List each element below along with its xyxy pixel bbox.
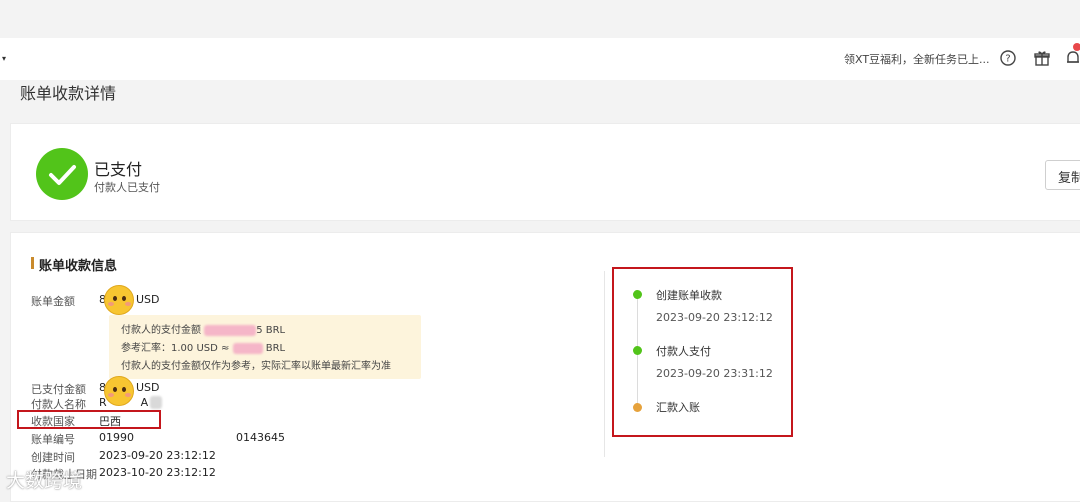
country-value: 巴西 bbox=[99, 415, 121, 428]
tooltip-line-1: 付款人的支付金额 blur5 BRL bbox=[121, 325, 286, 336]
gift-icon[interactable] bbox=[1033, 49, 1051, 67]
svg-text:?: ? bbox=[1005, 54, 1010, 65]
bill-number-part2: 0143645 bbox=[236, 431, 285, 444]
promo-link[interactable]: 领XT豆福利，全新任务已上... bbox=[844, 51, 990, 67]
section-marker bbox=[31, 257, 34, 269]
top-bar: ▾ 领XT豆福利，全新任务已上... ? bbox=[0, 38, 1080, 80]
bill-info-card: 账单收款信息 账单金额 8USD 付款人的支付金额 blur5 BRL 参考汇率… bbox=[10, 232, 1080, 502]
watermark-text: 大数跨境 bbox=[6, 470, 83, 492]
deadline-value: 2023-10-20 23:12:12 bbox=[99, 466, 216, 479]
emoji-sticker-icon bbox=[104, 285, 134, 315]
country-label: 收款国家 bbox=[31, 415, 75, 428]
timeline-time-paid: 2023-09-20 23:31:12 bbox=[656, 367, 773, 380]
created-time-value: 2023-09-20 23:12:12 bbox=[99, 449, 216, 462]
timeline-dot-settled bbox=[633, 403, 642, 412]
exchange-rate-tooltip: 付款人的支付金额 blur5 BRL 参考汇率：1.00 USD ≈ blur … bbox=[109, 315, 421, 379]
status-card: 已支付 付款人已支付 复制 bbox=[10, 123, 1080, 221]
section-title: 账单收款信息 bbox=[39, 259, 118, 274]
timeline-dot-paid bbox=[633, 346, 642, 355]
copy-button[interactable]: 复制 bbox=[1045, 160, 1080, 190]
notification-dot bbox=[1073, 43, 1080, 51]
dropdown-caret-icon[interactable]: ▾ bbox=[2, 54, 6, 63]
timeline-step-created: 创建账单收款 bbox=[656, 289, 722, 302]
tooltip-line-3: 付款人的支付金额仅作为参考，实际汇率以账单最新汇率为准 bbox=[121, 361, 391, 372]
timeline-step-settled: 汇款入账 bbox=[656, 401, 700, 414]
status-title: 已支付 bbox=[94, 160, 143, 179]
timeline-dot-created bbox=[633, 290, 642, 299]
column-divider bbox=[604, 271, 605, 457]
payer-name-value: RAx bbox=[99, 396, 163, 409]
bill-number-label: 账单编号 bbox=[31, 433, 75, 446]
timeline-time-created: 2023-09-20 23:12:12 bbox=[656, 311, 773, 324]
created-time-label: 创建时间 bbox=[31, 451, 75, 464]
bill-amount-currency: USD bbox=[136, 293, 160, 306]
paid-amount-label: 已支付金额 bbox=[31, 383, 86, 396]
bill-number-part1: 01990 bbox=[99, 431, 134, 444]
tooltip-line-2: 参考汇率：1.00 USD ≈ blur BRL bbox=[121, 343, 286, 354]
status-subtitle: 付款人已支付 bbox=[94, 181, 160, 194]
page-title: 账单收款详情 bbox=[20, 84, 117, 103]
bell-icon[interactable] bbox=[1064, 49, 1080, 67]
timeline-step-paid: 付款人支付 bbox=[656, 345, 711, 358]
bill-amount-label: 账单金额 bbox=[31, 295, 75, 308]
help-icon[interactable]: ? bbox=[999, 49, 1017, 67]
check-circle-icon bbox=[36, 148, 88, 200]
